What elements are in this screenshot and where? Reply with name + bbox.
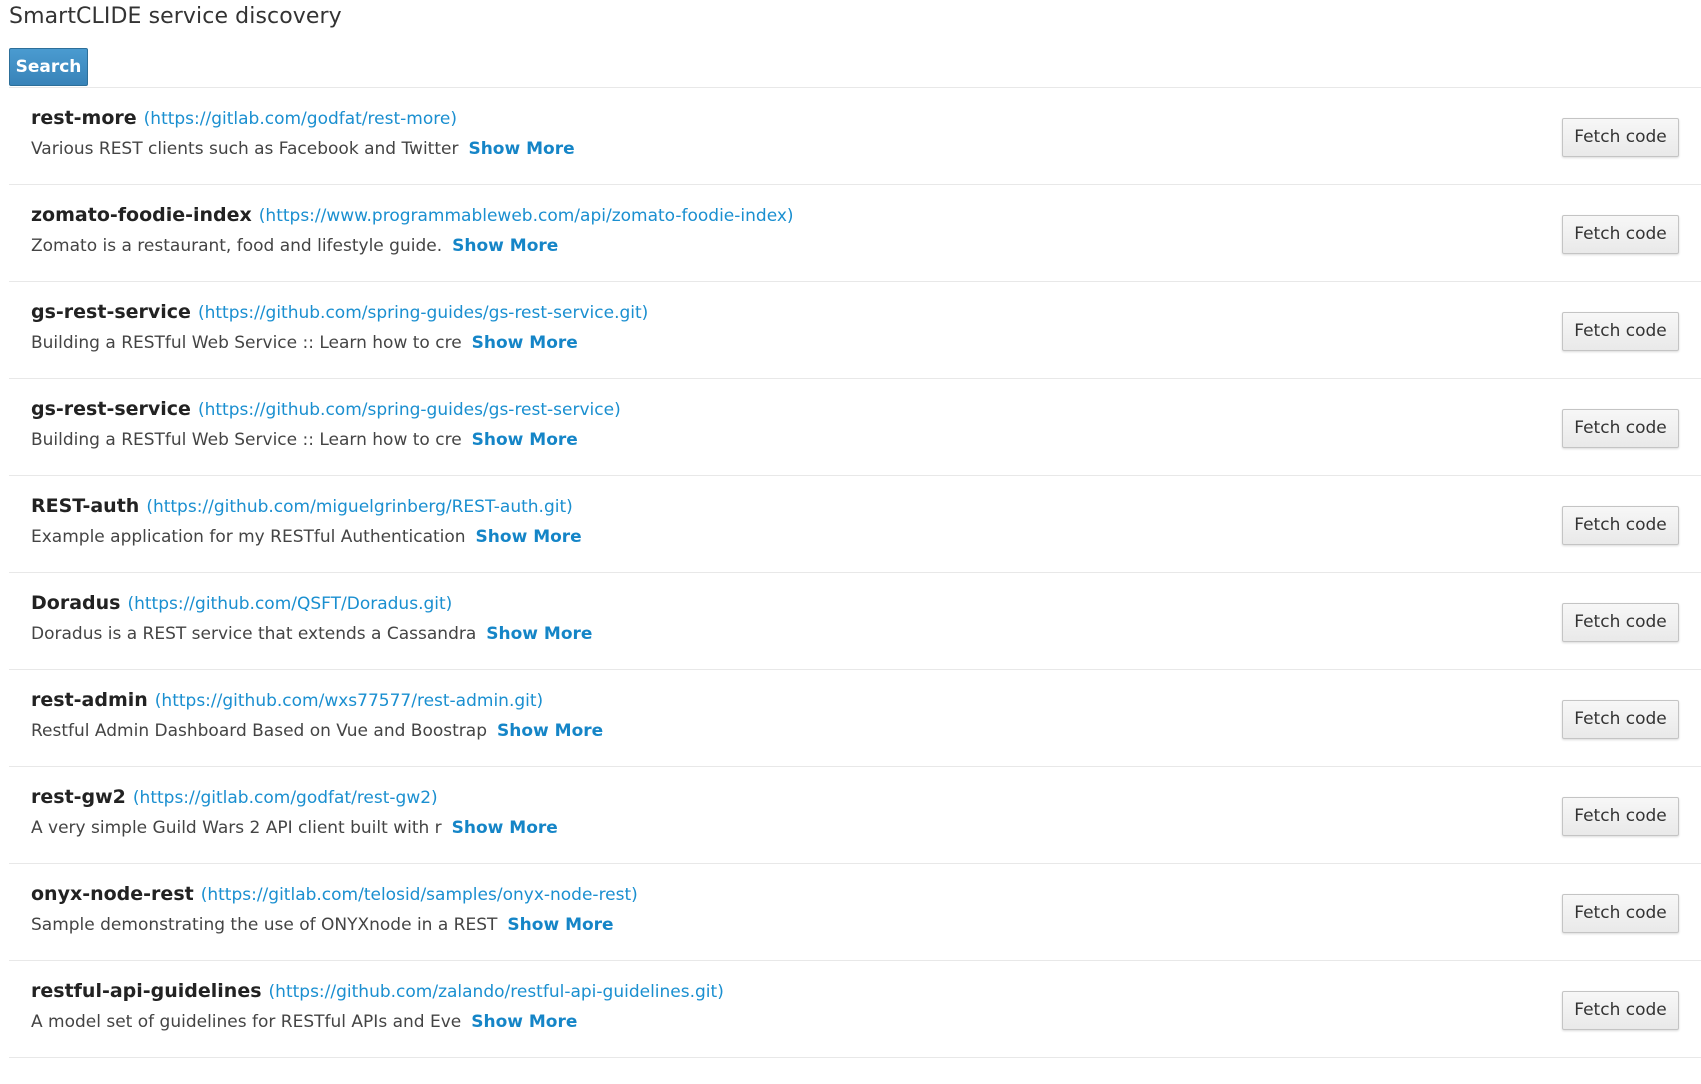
service-url-link[interactable]: (https://gitlab.com/godfat/rest-gw2): [133, 788, 438, 808]
search-button[interactable]: Search: [9, 48, 88, 86]
service-description: A very simple Guild Wars 2 API client bu…: [31, 818, 442, 838]
service-name: rest-more: [31, 107, 137, 129]
result-description-line: Restful Admin Dashboard Based on Vue and…: [31, 721, 603, 741]
service-description: Zomato is a restaurant, food and lifesty…: [31, 236, 443, 256]
service-url-link[interactable]: (https://www.programmableweb.com/api/zom…: [259, 206, 794, 226]
show-more-link[interactable]: Show More: [471, 1012, 577, 1032]
service-name: gs-rest-service: [31, 398, 191, 420]
show-more-link[interactable]: Show More: [507, 915, 613, 935]
show-more-link[interactable]: Show More: [468, 139, 574, 159]
result-row: restful-api-guidelines (https://github.co…: [9, 961, 1701, 1058]
result-description-line: Building a RESTful Web Service :: Learn …: [31, 430, 578, 450]
result-row: zomato-foodie-index (https://www.programm…: [9, 185, 1701, 282]
service-url-link[interactable]: (https://github.com/miguelgrinberg/REST-…: [146, 497, 572, 517]
service-name: REST-auth: [31, 495, 140, 517]
result-description-line: Doradus is a REST service that extends a…: [31, 624, 592, 644]
result-row: gs-rest-service (https://github.com/sprin…: [9, 282, 1701, 379]
service-url-link[interactable]: (https://github.com/zalando/restful-api-…: [269, 982, 724, 1002]
result-row: gs-rest-service (https://github.com/sprin…: [9, 379, 1701, 476]
service-url-link[interactable]: (https://gitlab.com/godfat/rest-more): [144, 109, 457, 129]
service-name: rest-admin: [31, 689, 148, 711]
result-header: gs-rest-service (https://github.com/sprin…: [31, 301, 648, 323]
show-more-link[interactable]: Show More: [452, 236, 558, 256]
result-description-line: Sample demonstrating the use of ONYXnode…: [31, 915, 614, 935]
fetch-code-button[interactable]: Fetch code: [1562, 603, 1679, 642]
result-description-line: Building a RESTful Web Service :: Learn …: [31, 333, 578, 353]
service-description: Sample demonstrating the use of ONYXnode…: [31, 915, 498, 935]
service-name: gs-rest-service: [31, 301, 191, 323]
service-url-link[interactable]: (https://github.com/QSFT/Doradus.git): [127, 594, 452, 614]
fetch-code-button[interactable]: Fetch code: [1562, 700, 1679, 739]
service-description: Restful Admin Dashboard Based on Vue and…: [31, 721, 487, 741]
fetch-code-button[interactable]: Fetch code: [1562, 991, 1679, 1030]
result-header: onyx-node-rest (https://gitlab.com/telosi…: [31, 883, 638, 905]
fetch-code-button[interactable]: Fetch code: [1562, 118, 1679, 157]
show-more-link[interactable]: Show More: [472, 333, 578, 353]
results-list: rest-more (https://gitlab.com/godfat/rest…: [9, 87, 1701, 1058]
result-row: Doradus (https://github.com/QSFT/Doradus.…: [9, 573, 1701, 670]
service-description: Building a RESTful Web Service :: Learn …: [31, 333, 462, 353]
result-description-line: A very simple Guild Wars 2 API client bu…: [31, 818, 558, 838]
service-description: Various REST clients such as Facebook an…: [31, 139, 459, 159]
result-header: rest-more (https://gitlab.com/godfat/rest…: [31, 107, 457, 129]
result-header: restful-api-guidelines (https://github.co…: [31, 980, 724, 1002]
show-more-link[interactable]: Show More: [486, 624, 592, 644]
result-header: REST-auth (https://github.com/miguelgrinb…: [31, 495, 573, 517]
service-url-link[interactable]: (https://gitlab.com/telosid/samples/onyx…: [201, 885, 638, 905]
result-header: rest-admin (https://github.com/wxs77577/r…: [31, 689, 543, 711]
service-url-link[interactable]: (https://github.com/spring-guides/gs-res…: [198, 303, 648, 323]
fetch-code-button[interactable]: Fetch code: [1562, 215, 1679, 254]
service-name: zomato-foodie-index: [31, 204, 252, 226]
service-name: onyx-node-rest: [31, 883, 194, 905]
page-title: SmartCLIDE service discovery: [9, 4, 342, 29]
result-row: rest-gw2 (https://gitlab.com/godfat/rest-…: [9, 767, 1701, 864]
result-header: Doradus (https://github.com/QSFT/Doradus.…: [31, 592, 452, 614]
fetch-code-button[interactable]: Fetch code: [1562, 409, 1679, 448]
service-url-link[interactable]: (https://github.com/wxs77577/rest-admin.…: [155, 691, 543, 711]
show-more-link[interactable]: Show More: [472, 430, 578, 450]
fetch-code-button[interactable]: Fetch code: [1562, 312, 1679, 351]
service-description: Example application for my RESTful Authe…: [31, 527, 466, 547]
result-row: REST-auth (https://github.com/miguelgrinb…: [9, 476, 1701, 573]
service-discovery-page: SmartCLIDE service discovery Search rest…: [0, 0, 1701, 1084]
result-header: rest-gw2 (https://gitlab.com/godfat/rest-…: [31, 786, 438, 808]
show-more-link[interactable]: Show More: [497, 721, 603, 741]
result-description-line: Zomato is a restaurant, food and lifesty…: [31, 236, 558, 256]
show-more-link[interactable]: Show More: [452, 818, 558, 838]
service-description: Building a RESTful Web Service :: Learn …: [31, 430, 462, 450]
service-name: rest-gw2: [31, 786, 126, 808]
service-description: A model set of guidelines for RESTful AP…: [31, 1012, 462, 1032]
service-name: Doradus: [31, 592, 121, 614]
result-row: onyx-node-rest (https://gitlab.com/telosi…: [9, 864, 1701, 961]
fetch-code-button[interactable]: Fetch code: [1562, 894, 1679, 933]
fetch-code-button[interactable]: Fetch code: [1562, 506, 1679, 545]
result-description-line: Various REST clients such as Facebook an…: [31, 139, 575, 159]
result-description-line: Example application for my RESTful Authe…: [31, 527, 582, 547]
result-row: rest-admin (https://github.com/wxs77577/r…: [9, 670, 1701, 767]
result-header: zomato-foodie-index (https://www.programm…: [31, 204, 794, 226]
result-description-line: A model set of guidelines for RESTful AP…: [31, 1012, 577, 1032]
service-url-link[interactable]: (https://github.com/spring-guides/gs-res…: [198, 400, 621, 420]
result-header: gs-rest-service (https://github.com/sprin…: [31, 398, 621, 420]
show-more-link[interactable]: Show More: [476, 527, 582, 547]
result-row: rest-more (https://gitlab.com/godfat/rest…: [9, 88, 1701, 185]
service-description: Doradus is a REST service that extends a…: [31, 624, 477, 644]
fetch-code-button[interactable]: Fetch code: [1562, 797, 1679, 836]
service-name: restful-api-guidelines: [31, 980, 262, 1002]
